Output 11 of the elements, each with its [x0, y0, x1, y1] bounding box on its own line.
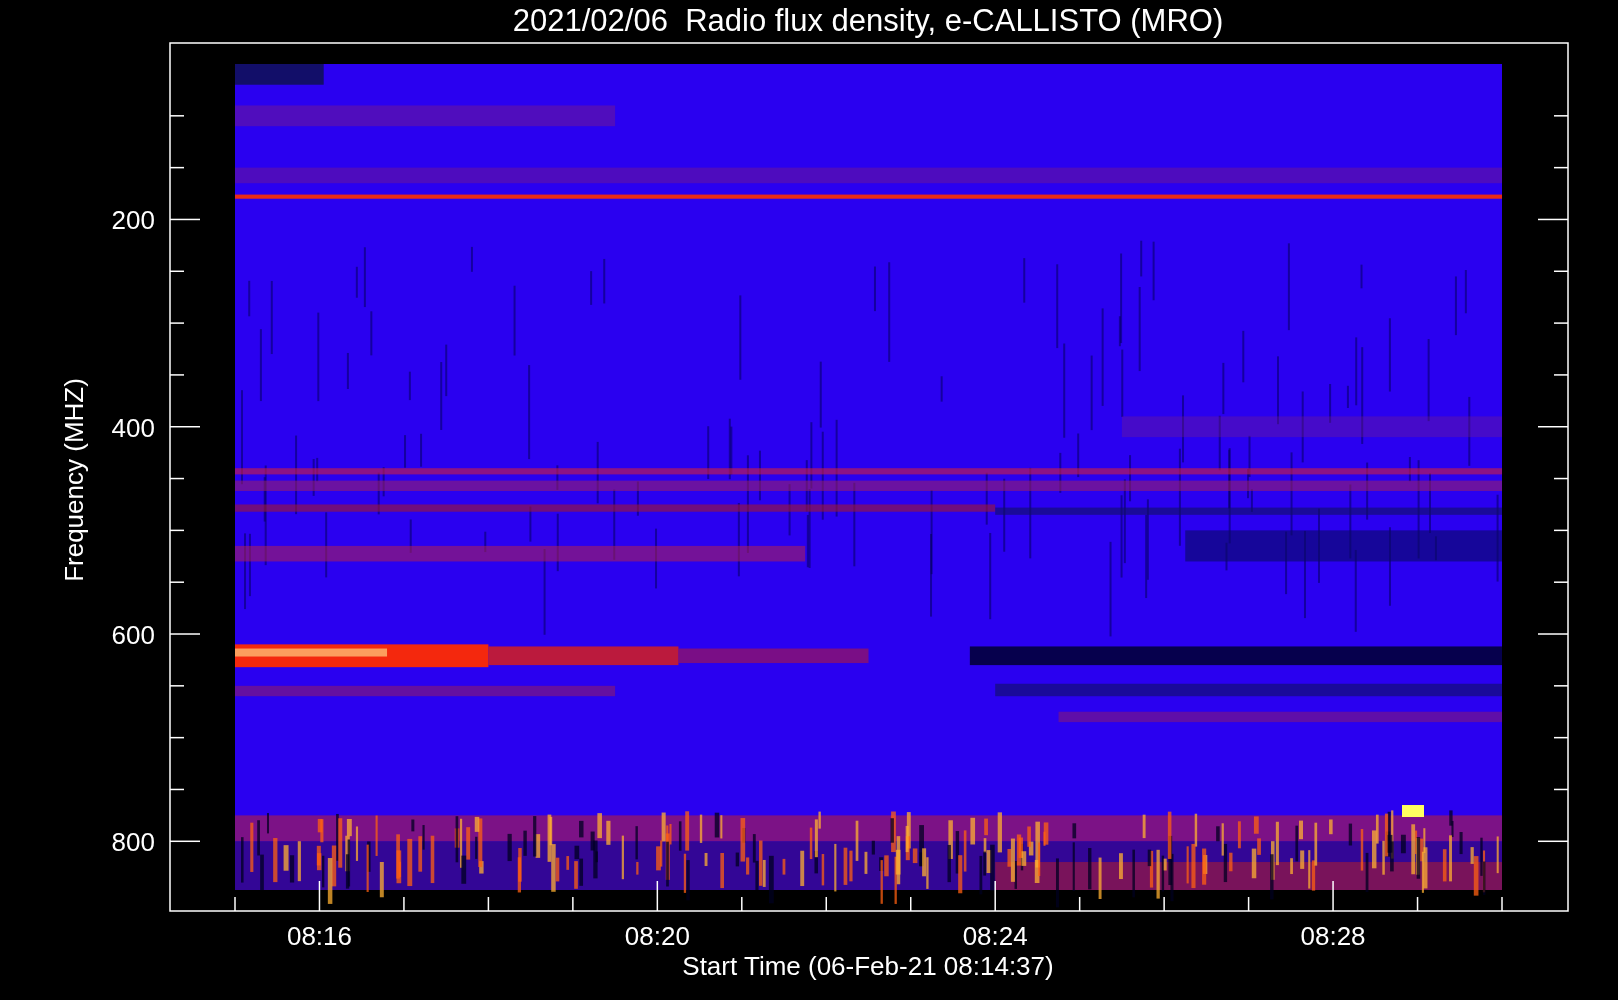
axis-tick-label: 800: [111, 827, 155, 858]
chart-title: 2021/02/06 Radio flux density, e-CALLISTO (MRO): [512, 3, 1224, 38]
axis-tick-label: 08:24: [962, 921, 1028, 951]
axis-tick-label: 400: [111, 412, 155, 443]
axis-title: Start Time (06-Feb-21 08:14:37): [682, 951, 1054, 981]
axis-title: Frequency (MHZ): [59, 378, 89, 582]
axis-tick-label: 200: [111, 205, 155, 236]
axis-tick-label: 08:28: [1300, 921, 1366, 951]
axis-tick-label: 08:20: [624, 921, 690, 951]
axis-tick-label: 08:16: [286, 921, 352, 951]
axis-tick-label: 600: [111, 620, 155, 650]
